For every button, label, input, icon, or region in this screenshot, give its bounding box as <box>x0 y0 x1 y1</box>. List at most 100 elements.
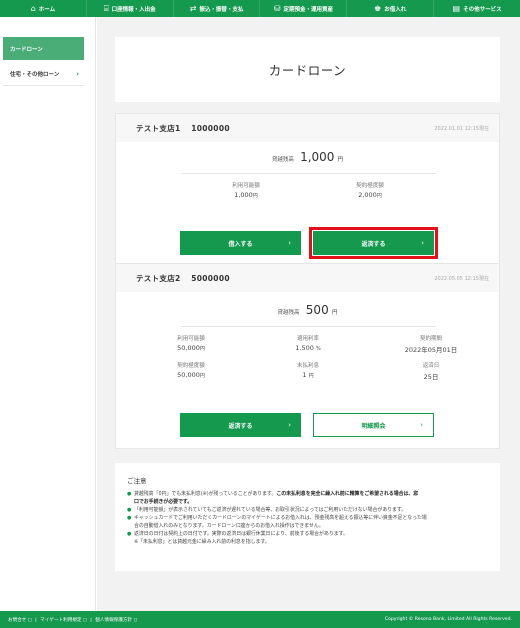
timestamp: 2022.05.05 12:15現在 <box>434 275 489 282</box>
divider <box>181 326 436 327</box>
notice-line: ● 「利用可能額」が表示されていてもご返済が遅れている場合等、お取引状況によって… <box>127 506 488 514</box>
sidebar-item-card-loan[interactable]: カードローン <box>3 37 84 60</box>
unit: 円 <box>308 373 314 379</box>
details-button[interactable]: 明細照会 › <box>313 413 434 437</box>
divider <box>181 173 436 174</box>
notice-text: ※「未払利息」とは貸越元金に繰み入れ前の利息を指します。 <box>134 539 270 545</box>
rate-value-row: 1.500 % <box>268 344 348 352</box>
timestamp: 2022.01.01 12:15現在 <box>434 125 489 132</box>
main-content: カードローン テスト支店1 1000000 2022.01.01 12:15現在… <box>97 17 520 611</box>
available-label: 利用可能額 <box>177 336 205 342</box>
rate-value: 1.500 <box>295 344 314 352</box>
unpaid-value-row: 1 円 <box>268 371 348 379</box>
unpaid-interest: 未払利息 1 円 <box>268 361 348 379</box>
chevron-right-icon: › <box>420 421 423 429</box>
sidebar-item-label: 住宅・その他ローン <box>10 72 60 78</box>
loan-icon: ♚ <box>374 3 382 13</box>
notice-text: 合の自動借入れのみとなります。カードローン口座からのお借入れ操作はできません。 <box>134 523 324 529</box>
sidebar-item-housing-loan[interactable]: 住宅・その他ローン › <box>3 63 84 86</box>
footer-links: お問合せ ◻ | マイゲート利用規定 ◻ | 個人情報保護方針 ◻ <box>8 617 139 623</box>
account-name: テスト支店2 5000000 <box>136 273 230 283</box>
borrow-button-label: 借入する <box>228 240 253 248</box>
footer-link-terms[interactable]: マイゲート利用規定 ◻ <box>40 618 87 623</box>
unit: 円 <box>252 193 258 199</box>
footer-link-contact[interactable]: お問合せ ◻ <box>8 618 32 623</box>
notice-text: キャッシュカードでご利用いただくカードローンのマイゲートによるお借入れは、預金残… <box>134 515 427 521</box>
nav-transfer[interactable]: ⇄ 振込・振替・支払 <box>174 0 261 17</box>
notice-text-bold: 口でお手続きが必要です。 <box>134 499 193 505</box>
repay-button[interactable]: 返済する › <box>313 231 434 255</box>
repay-day-value: 25日 <box>423 373 439 381</box>
piggy-bank-icon: ⛁ <box>273 3 281 13</box>
notice-box: ご注意 ● 貸越残高「0円」でも未払利息(※)が残っていることがあります。この未… <box>115 463 500 571</box>
repayment-day: 返済日 25日 <box>386 361 476 381</box>
notice-text-plain: 貸越残高「0円」でも未払利息(※)が残っていることがあります。 <box>134 491 277 497</box>
card-header: テスト支店2 5000000 2022.05.05 12:15現在 <box>116 264 499 292</box>
term-value: 2022年05月01日 <box>404 346 458 354</box>
repay-button[interactable]: 返済する › <box>180 413 301 437</box>
limit-label: 契約極度額 <box>177 363 205 369</box>
repay-button-label: 返済する <box>228 422 253 430</box>
notice-text-bold: この未払利息を完全に繰入れ前に精算をご希望される場合は、窓 <box>276 491 419 497</box>
bank-icon: ⌸ <box>103 3 109 13</box>
nav-loans[interactable]: ♚ お借入れ <box>347 0 435 17</box>
percent-unit: % <box>315 346 321 352</box>
available-value-row: 50,000円 <box>151 344 231 352</box>
unit: 円 <box>199 346 205 352</box>
balance-value: 1,000 <box>300 150 335 164</box>
nav-loans-label: お借入れ <box>384 6 407 13</box>
loan-card-2: テスト支店2 5000000 2022.05.05 12:15現在 貸越残高 5… <box>115 263 500 449</box>
notice-line: 合の自動借入れのみとなります。カードローン口座からのお借入れ操作はできません。 <box>127 522 488 530</box>
chevron-right-icon: › <box>76 70 79 78</box>
notice-text: 返済日の日付は契約上の日付です。実際の返済日は銀行休業日により、前後する場合があ… <box>134 531 348 537</box>
nav-deposits[interactable]: ⛁ 定期預金・運用資産 <box>260 0 348 17</box>
footer-separator: | <box>90 617 92 623</box>
unit: 円 <box>199 373 205 379</box>
nav-deposits-label: 定期預金・運用資産 <box>283 6 333 13</box>
notice-text: 「利用可能額」が表示されていてもご返済が遅れている場合等、お取引状況によってはご… <box>134 507 407 513</box>
transfer-icon: ⇄ <box>189 3 197 13</box>
repay-day-label: 返済日 <box>422 363 440 369</box>
rate-label: 適用利率 <box>296 336 319 342</box>
footer-link-privacy[interactable]: 個人情報保護方針 ◻ <box>95 618 137 623</box>
balance-value: 500 <box>305 303 329 317</box>
notice-line: ● キャッシュカードでご利用いただくカードローンのマイゲートによるお借入れは、預… <box>127 514 488 522</box>
notice-title: ご注意 <box>127 477 147 485</box>
notice-line: ● 貸越残高「0円」でも未払利息(※)が残っていることがあります。この未払利息を… <box>127 490 488 498</box>
nav-account-info-label: 口座情報・入出金 <box>111 6 156 13</box>
chevron-right-icon: › <box>288 421 291 429</box>
available-amount: 利用可能額 50,000円 <box>151 334 231 352</box>
loan-card-1: テスト支店1 1000000 2022.01.01 12:15現在 貸越残高 1… <box>115 113 500 267</box>
notice-text: 口でお手続きが必要です。 <box>134 498 192 506</box>
term-label: 契約期間 <box>419 336 442 342</box>
home-icon: ⌂ <box>30 3 36 13</box>
borrow-button[interactable]: 借入する › <box>180 231 301 255</box>
page-title: カードローン <box>268 63 347 78</box>
notice-line: ● 返済日の日付は契約上の日付です。実際の返済日は銀行休業日により、前後する場合… <box>127 530 488 538</box>
notice-line: 口でお手続きが必要です。 <box>127 498 488 506</box>
contract-term: 契約期間 2022年05月01日 <box>386 334 476 354</box>
nav-other-services[interactable]: ▤ その他サービス <box>434 0 520 17</box>
available-value-row: 1,000円 <box>206 191 286 199</box>
limit-label: 契約極度額 <box>356 183 384 189</box>
limit-value: 2,000 <box>358 191 377 199</box>
balance-label: 貸越残高 <box>277 310 300 316</box>
bullet-icon: ● <box>127 515 132 521</box>
unit: 円 <box>376 193 382 199</box>
nav-home[interactable]: ⌂ ホーム <box>0 0 87 17</box>
notice-line: ※「未払利息」とは貸越元金に繰み入れ前の利息を指します。 <box>127 538 488 546</box>
chevron-right-icon: › <box>421 239 424 247</box>
copyright: Copyright © Resona Bank, Limited All Rig… <box>384 617 512 622</box>
sidebar: カードローン 住宅・その他ローン › <box>0 17 96 611</box>
balance-label: 貸越残高 <box>271 157 294 163</box>
balance-row: 貸越残高 500 円 <box>116 303 499 317</box>
details-button-label: 明細照会 <box>361 422 386 430</box>
unpaid-value: 1 <box>302 371 307 379</box>
top-nav: ⌂ ホーム ⌸ 口座情報・入出金 ⇄ 振込・振替・支払 ⛁ 定期預金・運用資産 … <box>0 0 520 17</box>
notice-text: 貸越残高「0円」でも未払利息(※)が残っていることがあります。この未払利息を完全… <box>134 490 418 498</box>
available-value: 1,000 <box>234 191 253 199</box>
nav-account-info[interactable]: ⌸ 口座情報・入出金 <box>87 0 174 17</box>
card-header: テスト支店1 1000000 2022.01.01 12:15現在 <box>116 114 499 142</box>
